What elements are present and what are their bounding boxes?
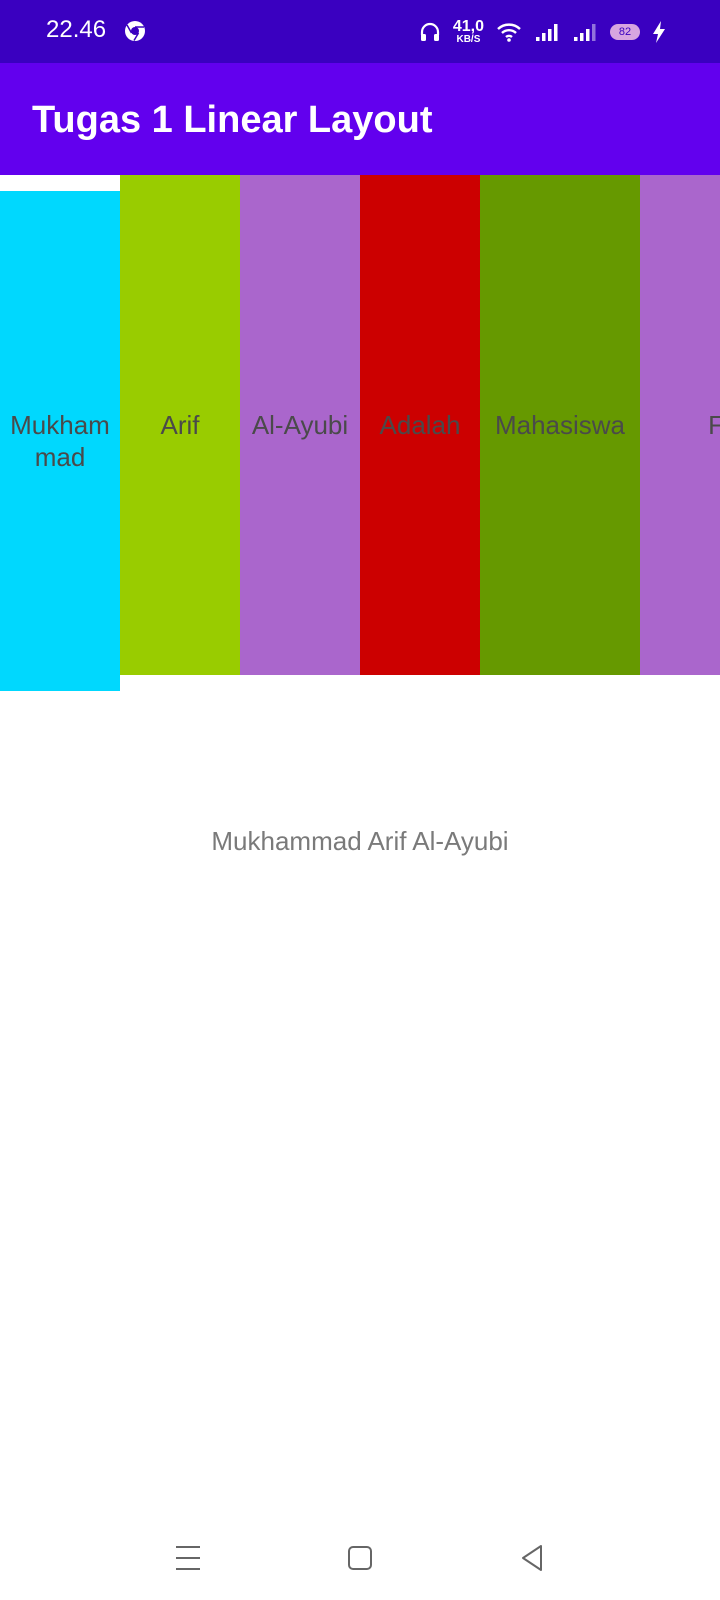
chrome-icon [125, 21, 145, 41]
back-icon[interactable] [512, 1538, 552, 1578]
signal-icon-2 [574, 24, 596, 41]
box-adalah-label: Adalah [379, 410, 461, 440]
network-speed-unit: KB/S [456, 34, 481, 45]
network-speed-value: 41,0 [452, 18, 484, 35]
status-time: 22.46 [46, 16, 107, 43]
name-text: Mukhammad Arif Al-Ayubi [211, 826, 509, 856]
box-mahasiswa-label: Mahasiswa [494, 410, 626, 440]
box-mukhammad-label: Mukham mad [10, 410, 110, 472]
charging-icon [653, 21, 665, 43]
network-speed: 41,0 KB/S [453, 19, 484, 45]
box-mukhammad: Mukham mad [0, 191, 120, 691]
headphones-icon [420, 22, 439, 41]
wifi-icon [497, 23, 521, 42]
status-bar: 22.46 41,0 KB/S 82 [0, 0, 720, 63]
menu-icon[interactable] [168, 1538, 208, 1578]
box-al-ayubi-label: Al-Ayubi [251, 410, 349, 440]
app-bar: Tugas 1 Linear Layout [0, 63, 720, 175]
box-f-label: F [708, 410, 720, 440]
box-f: F [640, 175, 720, 675]
battery-icon: 82 [610, 24, 640, 40]
box-arif: Arif [120, 175, 240, 675]
box-arif-label: Arif [160, 410, 200, 440]
app-title: Tugas 1 Linear Layout [32, 99, 433, 141]
home-icon[interactable] [340, 1538, 380, 1578]
box-al-ayubi: Al-Ayubi [240, 175, 360, 675]
box-adalah: Adalah [360, 175, 480, 675]
box-mahasiswa: Mahasiswa [480, 175, 640, 675]
status-icons: 41,0 KB/S 82 [419, 14, 666, 50]
signal-icon [536, 24, 558, 41]
